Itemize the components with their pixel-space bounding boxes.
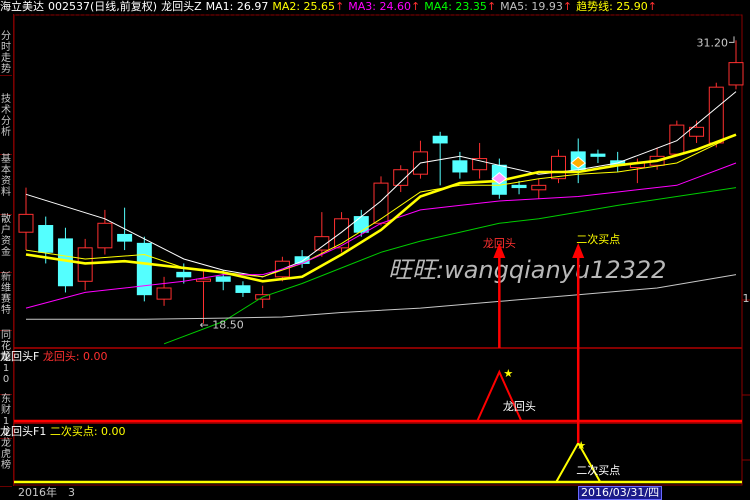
- indicator1-peak-label: 龙回头: [503, 400, 536, 413]
- high-price-label: 31.20: [697, 36, 729, 49]
- date-scroll-bar[interactable]: 2016年 3 2016/03/31/四: [0, 486, 750, 500]
- arrow-up-icon: ↑: [647, 0, 658, 13]
- candle-bar: [156, 287, 172, 300]
- candle-bar: [452, 160, 468, 173]
- arrow-up-icon: ↑: [562, 0, 573, 13]
- arrow-up-icon: ↑: [486, 0, 497, 13]
- indicator1-peak: [476, 369, 523, 422]
- stock-chart-window: 31.20← 18.501旺旺:wangqianyu12322龙回头二次买点★龙…: [0, 0, 750, 500]
- candle-bar: [18, 213, 34, 233]
- buy-annotation: 二次买点: [576, 232, 620, 246]
- trend-readout: 趋势线: 25.90: [576, 0, 648, 13]
- candle-bar: [136, 242, 152, 296]
- candle-bar: [590, 153, 606, 157]
- candle-bar: [373, 182, 389, 224]
- candle-bar: [472, 158, 488, 171]
- indicator1-name[interactable]: 龙回头F: [0, 350, 39, 363]
- chart-title-bar: 海立美达 002537(日线,前复权) 龙回头Z MA1: 26.97 MA2: 25.…: [0, 0, 750, 14]
- candle-bar: [353, 216, 369, 233]
- ma2-readout: MA2: 25.65: [272, 0, 336, 13]
- sidebar-tab-xinwei[interactable]: 新维赛特: [0, 272, 12, 331]
- ma4-readout: MA4: 23.35: [424, 0, 487, 13]
- candle-bar: [235, 285, 251, 293]
- chart-frame: [13, 14, 743, 486]
- candle-bar: [117, 233, 133, 242]
- candle-bar: [551, 155, 566, 180]
- sidebar-tab-technical[interactable]: 技术分析: [0, 94, 12, 155]
- stock-name[interactable]: 海立美达: [0, 0, 44, 13]
- cursor-date: 2016/03/31/四: [578, 486, 663, 500]
- candle-bar: [531, 184, 547, 191]
- watermark-text: 旺旺:wangqianyu12322: [388, 256, 666, 284]
- indicator2-title: 龙回头F1 二次买点: 0.00: [0, 425, 126, 438]
- function-sidebar: 分时走势 技术分析 基本资料 散户资金 新维赛特 同花顺10 东财10 龙虎榜: [0, 14, 14, 487]
- candle-bar: [176, 271, 192, 278]
- sidebar-tab-retail-funds[interactable]: 散户资金: [0, 214, 12, 273]
- sidebar-tab-dragon-tiger[interactable]: 龙虎榜: [0, 438, 12, 487]
- axis-value-label: 1: [743, 292, 750, 305]
- candle-bar: [38, 225, 54, 253]
- candle-bar: [97, 222, 113, 249]
- candle-bar: [432, 135, 448, 144]
- indicator1-title: 龙回头F 龙回头: 0.00: [0, 350, 108, 363]
- high-price-arrow: [729, 36, 735, 43]
- stock-code-period: 002537(日线,前复权): [48, 0, 158, 13]
- indicator2-value: 二次买点: 0.00: [49, 425, 126, 438]
- indicator1-value: 龙回头: 0.00: [42, 350, 108, 363]
- low-price-label: ← 18.50: [200, 319, 244, 332]
- page-label: 3: [68, 486, 75, 499]
- sidebar-tab-timeshare[interactable]: 分时走势: [0, 31, 12, 76]
- arrow-up-icon: ↑: [335, 0, 345, 13]
- candle-bar: [511, 184, 527, 189]
- ma1-readout: MA1: 26.97: [205, 0, 269, 13]
- candle-bar: [728, 62, 744, 86]
- arrow-up-icon: ↑: [411, 0, 421, 13]
- indicator2-peak-label: 二次买点: [576, 463, 620, 477]
- ma5-readout: MA5: 19.93: [500, 0, 563, 13]
- indicator-name[interactable]: 龙回头Z: [161, 0, 202, 13]
- candle-bar: [708, 86, 724, 144]
- indicator2-name[interactable]: 龙回头F1: [0, 425, 46, 438]
- year-label: 2016年: [18, 486, 57, 499]
- star-icon: ★: [503, 367, 513, 380]
- candle-bar: [196, 278, 211, 282]
- candle-bar: [669, 124, 685, 155]
- ma3-readout: MA3: 24.60: [348, 0, 411, 13]
- candle-bar: [215, 276, 231, 282]
- sidebar-tab-fundamentals[interactable]: 基本资料: [0, 154, 12, 215]
